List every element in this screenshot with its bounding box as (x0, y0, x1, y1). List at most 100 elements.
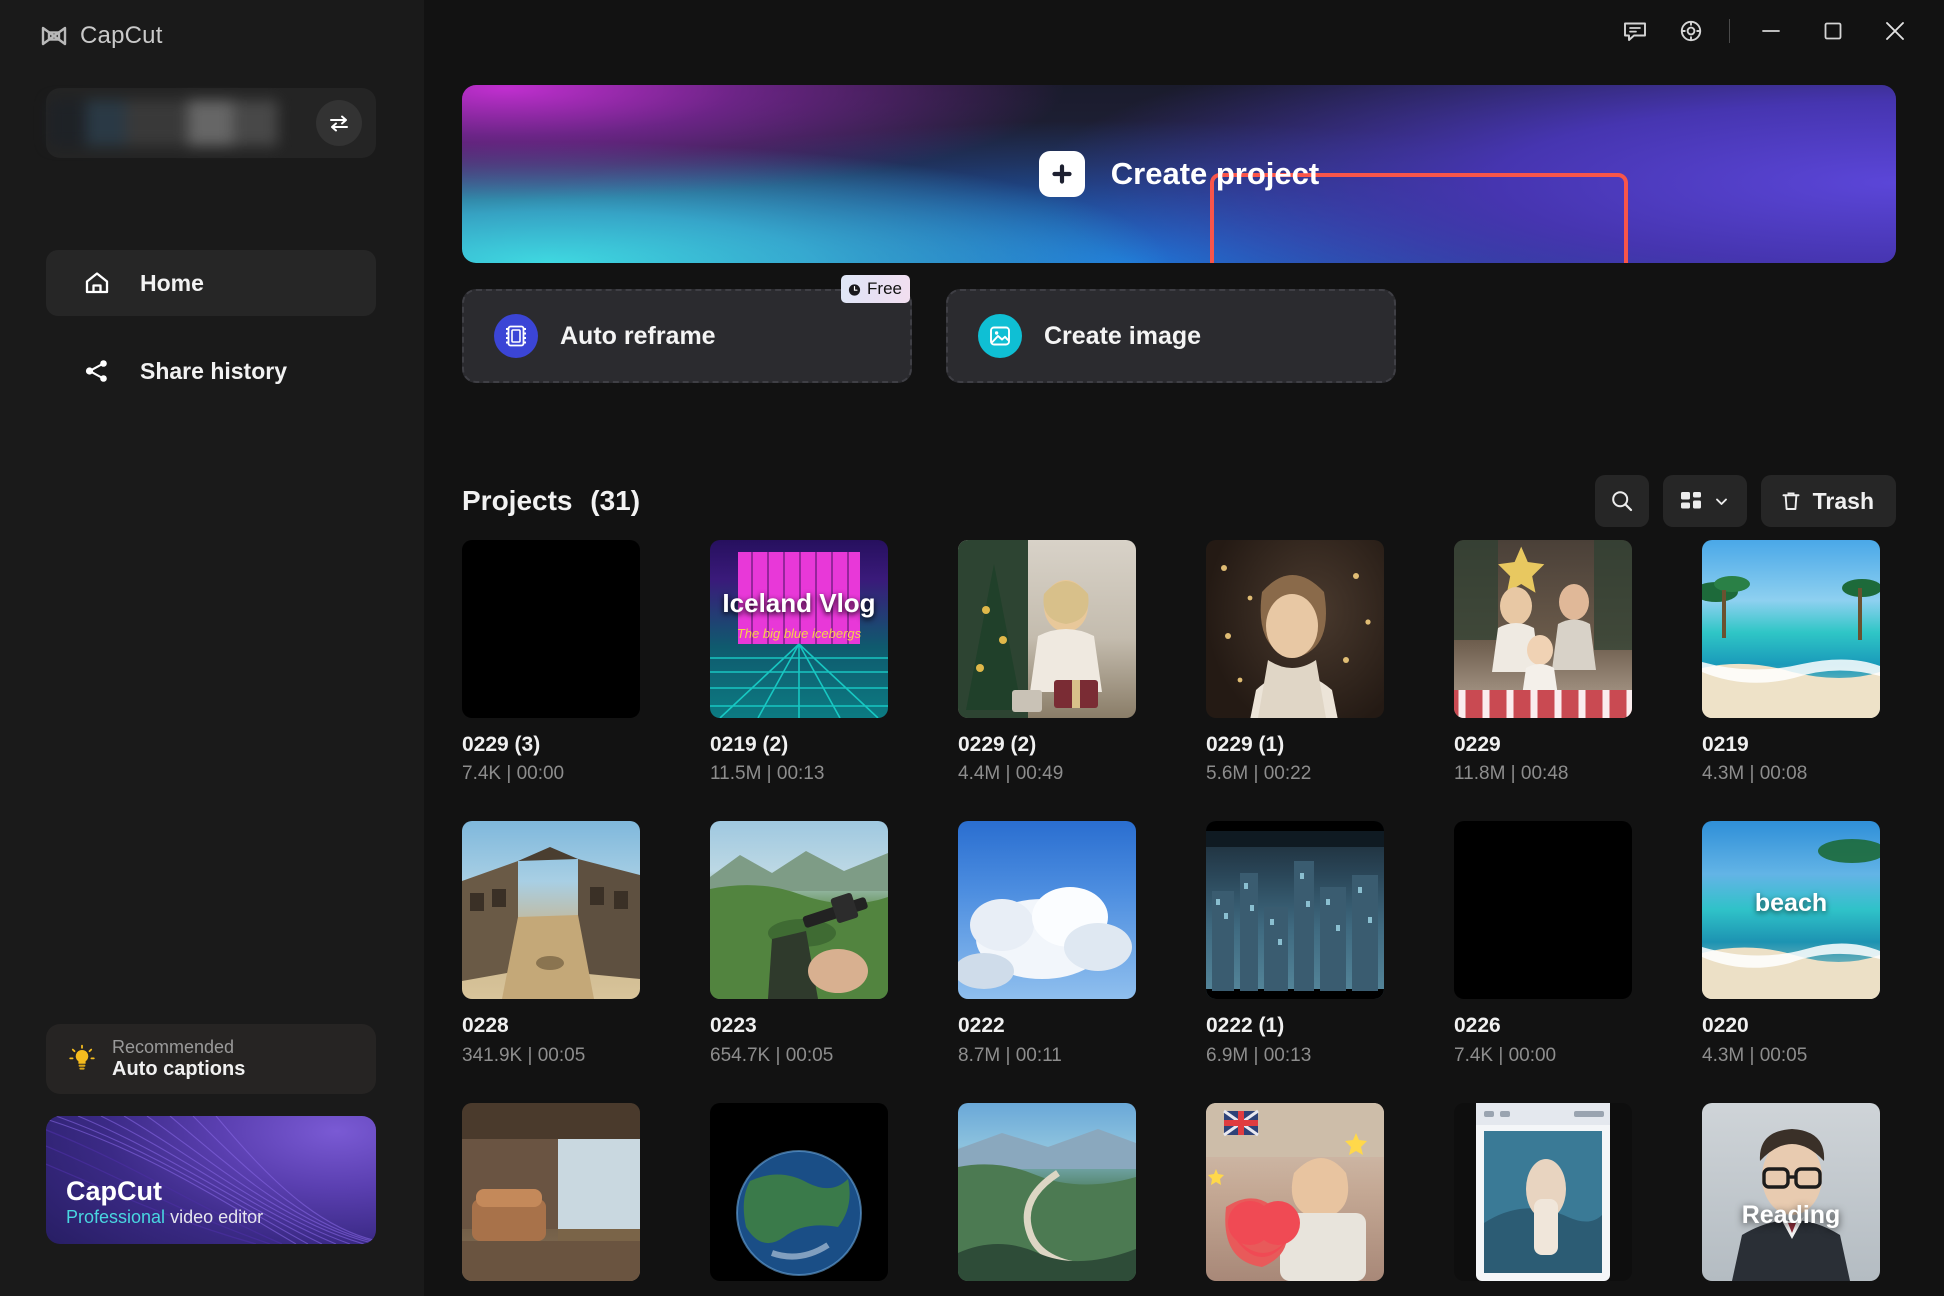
promo-subtitle-rest: video editor (165, 1207, 264, 1227)
project-tile[interactable] (1206, 1102, 1384, 1295)
project-thumbnail[interactable] (1206, 540, 1384, 718)
project-thumbnail[interactable] (958, 540, 1136, 718)
project-thumbnail[interactable] (462, 540, 640, 718)
thumbnail-art (462, 1102, 640, 1281)
settings-button[interactable] (1663, 3, 1719, 59)
project-tile[interactable]: 0222 8.7M | 00:11 (958, 821, 1136, 1066)
app-brand-name: CapCut (80, 22, 163, 49)
project-thumbnail[interactable] (710, 821, 888, 1000)
projects-title: Projects (31) (462, 485, 640, 517)
lightbulb-icon (68, 1044, 96, 1074)
project-name: 0229 (2) (958, 733, 1037, 756)
project-tile[interactable]: 0226 7.4K | 00:00 (1454, 821, 1632, 1066)
plus-icon (1038, 151, 1085, 197)
thumbnail-art (710, 851, 888, 1000)
project-thumbnail[interactable] (1454, 821, 1632, 1000)
project-name: 0222 (1) (1206, 1014, 1285, 1038)
create-project-button[interactable]: Create project (462, 85, 1896, 263)
project-thumbnail[interactable] (1206, 821, 1384, 1000)
trash-icon (1779, 489, 1803, 513)
create-project-label: Create project (1110, 156, 1320, 191)
switch-account-icon[interactable] (316, 100, 362, 146)
project-thumbnail[interactable] (958, 1102, 1136, 1281)
project-tile[interactable]: Reading (1702, 1102, 1880, 1295)
account-switcher[interactable] (46, 88, 376, 158)
project-tile[interactable]: 0219 4.3M | 00:08 (1702, 540, 1880, 785)
project-thumbnail[interactable] (958, 821, 1136, 1000)
project-thumbnail[interactable] (1454, 540, 1632, 718)
project-meta: 4.3M | 00:05 (1702, 1044, 1808, 1066)
project-tile[interactable]: 0229 (1) 5.6M | 00:22 (1206, 540, 1384, 785)
project-thumbnail[interactable] (1702, 540, 1880, 718)
recommended-text: Recommended Auto captions (112, 1037, 245, 1081)
projects-toolbar: Trash (1594, 475, 1896, 527)
thumbnail-caption: beach (1754, 889, 1828, 918)
project-tile[interactable]: 0222 (1) 6.9M | 00:13 (1206, 821, 1384, 1066)
project-thumbnail[interactable] (462, 821, 640, 1000)
titlebar-separator (1729, 19, 1730, 43)
project-thumbnail[interactable]: Iceland Vlog The big blue icebergs (710, 540, 888, 718)
gear-icon (1678, 18, 1704, 44)
auto-reframe-icon (494, 314, 538, 358)
project-tile[interactable] (710, 1102, 888, 1295)
project-tile[interactable]: 0229 (2) 4.4M | 00:49 (958, 540, 1136, 785)
window-titlebar (1607, 0, 1944, 62)
project-meta: 654.7K | 00:05 (710, 1044, 834, 1066)
search-button[interactable] (1594, 475, 1649, 527)
account-name-masked (48, 100, 278, 146)
thumbnail-art (462, 847, 640, 1000)
project-tile[interactable] (958, 1102, 1136, 1295)
project-tile[interactable]: 0223 654.7K | 00:05 (710, 821, 888, 1066)
project-tile[interactable]: 0229 11.8M | 00:48 (1454, 540, 1632, 785)
project-tile[interactable]: 0229 (3) 7.4K | 00:00 (462, 540, 640, 785)
projects-grid: 0229 (3) 7.4K | 00:00 Iceland Vlog The b… (462, 540, 1912, 1295)
minimize-button[interactable] (1740, 3, 1802, 59)
thumbnail-art (1206, 1102, 1384, 1281)
thumbnail-art (958, 887, 1132, 990)
capcut-logo-icon (40, 25, 68, 47)
comment-icon (1622, 18, 1648, 44)
home-icon (82, 268, 112, 298)
project-tile[interactable] (462, 1102, 640, 1295)
trash-button[interactable]: Trash (1760, 475, 1896, 527)
sidebar-nav: Home Share history (46, 250, 376, 426)
sidebar-item-home[interactable]: Home (46, 250, 376, 316)
projects-header: Projects (31) Trash (462, 475, 1896, 527)
project-tile[interactable]: 0228 341.9K | 00:05 (462, 821, 640, 1066)
maximize-button[interactable] (1802, 3, 1864, 59)
project-meta: 11.8M | 00:48 (1454, 763, 1569, 785)
chevron-down-icon (1714, 494, 1729, 509)
close-button[interactable] (1864, 3, 1926, 59)
project-thumbnail[interactable]: beach (1702, 821, 1880, 1000)
share-icon (82, 356, 112, 386)
create-image-card[interactable]: Create image (946, 289, 1396, 383)
project-tile[interactable] (1454, 1102, 1632, 1295)
project-thumbnail[interactable] (1454, 1102, 1632, 1281)
sidebar-promos: Recommended Auto captions CapCut Profess… (46, 1024, 376, 1244)
sidebar-item-share-history[interactable]: Share history (46, 338, 376, 404)
project-thumbnail[interactable]: Reading (1702, 1102, 1880, 1281)
project-thumbnail[interactable] (1206, 1102, 1384, 1281)
feedback-button[interactable] (1607, 3, 1663, 59)
project-name: 0219 (2) (710, 733, 789, 756)
thumbnail-subcaption: The big blue icebergs (736, 626, 862, 641)
project-tile[interactable]: beach 0220 4.3M | 00:05 (1702, 821, 1880, 1066)
project-meta: 8.7M | 00:11 (958, 1044, 1062, 1066)
promo-subtitle: Professional video editor (66, 1207, 263, 1228)
project-thumbnail[interactable] (462, 1102, 640, 1281)
project-tile[interactable]: Iceland Vlog The big blue icebergs 0219 … (710, 540, 888, 785)
project-meta: 4.4M | 00:49 (958, 763, 1064, 785)
promo-subtitle-highlight: Professional (66, 1207, 166, 1227)
thumbnail-art (1476, 1102, 1610, 1281)
sidebar: CapCut Home Share history Recommended Au… (0, 0, 424, 1296)
capcut-pro-promo-card[interactable]: CapCut Professional video editor (46, 1116, 376, 1244)
project-thumbnail[interactable] (710, 1102, 888, 1281)
auto-reframe-card[interactable]: Auto reframe Free (462, 275, 912, 383)
create-project-banner[interactable]: Create project (462, 85, 1896, 263)
recommended-auto-captions-card[interactable]: Recommended Auto captions (46, 1024, 376, 1094)
recommended-title: Auto captions (112, 1057, 246, 1080)
sidebar-item-label-share-history: Share history (140, 357, 287, 384)
view-mode-button[interactable] (1662, 475, 1747, 527)
thumbnail-art (1732, 1128, 1850, 1281)
project-name: 0229 (3) (462, 733, 541, 756)
